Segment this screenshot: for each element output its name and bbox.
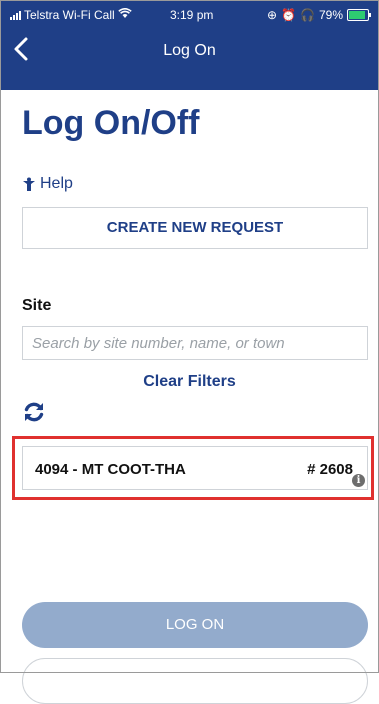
page-title: Log On/Off <box>22 104 200 142</box>
wifi-icon <box>117 8 132 22</box>
log-on-button[interactable]: LOG ON <box>22 602 368 648</box>
info-icon[interactable]: i <box>352 474 365 487</box>
carrier-label: Telstra Wi-Fi Call <box>24 8 115 22</box>
headphones-icon: 🎧 <box>300 8 315 22</box>
help-label: Help <box>40 175 73 192</box>
help-link[interactable]: Help <box>22 175 73 193</box>
status-bar: Telstra Wi-Fi Call 3:19 pm ⊕ ⏰ 🎧 79% <box>0 0 379 30</box>
create-new-request-button[interactable]: CREATE NEW REQUEST <box>22 207 368 249</box>
nav-title: Log On <box>163 42 216 59</box>
alarm-icon: ⏰ <box>281 8 297 22</box>
battery-icon <box>347 9 371 21</box>
refresh-icon <box>24 402 44 422</box>
help-figure-icon <box>23 177 35 191</box>
secondary-button[interactable] <box>22 658 368 704</box>
header-bar: Telstra Wi-Fi Call 3:19 pm ⊕ ⏰ 🎧 79% Log… <box>0 0 379 90</box>
site-name: 4094 - MT COOT-THA <box>35 461 186 478</box>
nav-bar: Log On <box>0 30 379 70</box>
status-time: 3:19 pm <box>170 8 214 22</box>
site-search-input[interactable] <box>22 326 368 360</box>
site-number: # 2608 <box>307 461 353 478</box>
battery-percent: 79% <box>318 8 343 22</box>
refresh-button[interactable] <box>22 400 46 424</box>
site-label: Site <box>22 297 52 314</box>
clear-filters-button[interactable]: Clear Filters <box>0 373 379 391</box>
location-icon: ⊕ <box>267 8 278 22</box>
signal-icon <box>10 10 21 20</box>
site-result-row[interactable]: 4094 - MT COOT-THA # 2608 i <box>22 446 368 490</box>
